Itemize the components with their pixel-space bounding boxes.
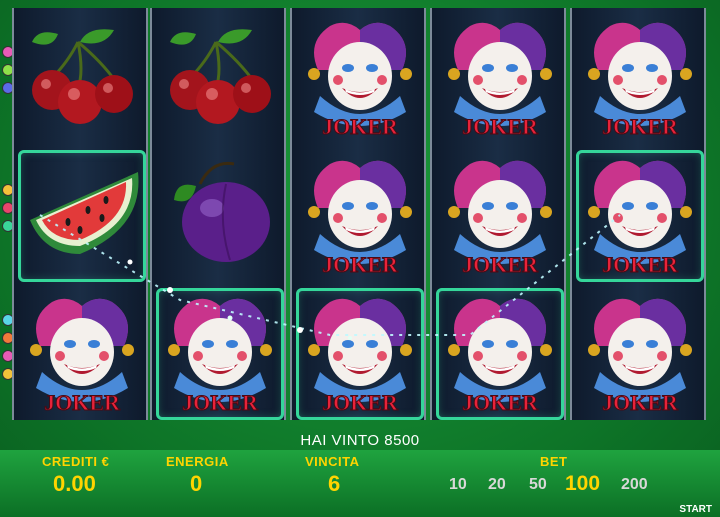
joker-symbol: JOKER (436, 12, 564, 144)
plum-icon (174, 161, 270, 262)
svg-text:JOKER: JOKER (462, 390, 539, 415)
joker-icon: JOKER (588, 160, 692, 278)
bet-option-10[interactable]: 10 (449, 476, 467, 494)
joker-icon: JOKER (30, 298, 134, 416)
joker-symbol: JOKER (436, 150, 564, 282)
joker-icon: JOKER (168, 298, 272, 416)
joker-icon: JOKER (308, 298, 412, 416)
cherry-icon (170, 29, 271, 124)
joker-symbol: JOKER (576, 150, 704, 282)
cherry-icon (32, 29, 133, 124)
svg-text:JOKER: JOKER (462, 114, 539, 139)
watermelon-icon (30, 172, 139, 254)
reel-5: JOKER JOKER JOKER (570, 8, 706, 420)
joker-icon: JOKER (308, 22, 412, 140)
cherry-symbol (18, 12, 146, 144)
svg-text:JOKER: JOKER (182, 390, 259, 415)
bet-option-50[interactable]: 50 (529, 476, 547, 494)
reel-2: JOKER (150, 8, 286, 420)
joker-symbol: JOKER (296, 150, 424, 282)
energy-value: 0 (190, 471, 203, 496)
reel-4: JOKER JOKER JOKER (430, 8, 566, 420)
reel-3: JOKER JOKER JOKER (290, 8, 426, 420)
bet-option-200[interactable]: 200 (621, 476, 648, 494)
credits-value: 0.00 (53, 471, 96, 496)
svg-text:JOKER: JOKER (322, 390, 399, 415)
joker-icon: JOKER (448, 22, 552, 140)
joker-icon: JOKER (308, 160, 412, 278)
joker-symbol: JOKER (436, 288, 564, 420)
svg-text:JOKER: JOKER (602, 390, 679, 415)
svg-text:JOKER: JOKER (462, 252, 539, 277)
svg-text:JOKER: JOKER (602, 252, 679, 277)
energy-label: ENERGIA (166, 454, 229, 469)
svg-text:JOKER: JOKER (602, 114, 679, 139)
joker-symbol: JOKER (156, 288, 284, 420)
bet-label: BET (540, 454, 568, 469)
win-message: HAI VINTO 8500 (300, 432, 420, 449)
joker-icon: JOKER (448, 298, 552, 416)
svg-text:JOKER: JOKER (44, 390, 121, 415)
plum-symbol (156, 150, 284, 282)
bet-option-100-selected[interactable]: 100 (565, 472, 600, 496)
watermelon-symbol (18, 150, 146, 282)
win-value: 6 (328, 471, 341, 496)
joker-symbol: JOKER (296, 288, 424, 420)
start-button[interactable]: START (679, 504, 712, 515)
reels-area: JOKER JOKER JOKER JOKER JOKER JOKER JOKE… (12, 8, 712, 420)
joker-icon: JOKER (588, 298, 692, 416)
svg-text:JOKER: JOKER (322, 114, 399, 139)
joker-symbol: JOKER (576, 288, 704, 420)
joker-icon: JOKER (448, 160, 552, 278)
cherry-symbol (156, 12, 284, 144)
bet-option-20[interactable]: 20 (488, 476, 506, 494)
credits-label: CREDITI € (42, 454, 110, 469)
joker-symbol: JOKER (296, 12, 424, 144)
joker-icon: JOKER (588, 22, 692, 140)
win-label: VINCITA (305, 454, 360, 469)
svg-text:JOKER: JOKER (322, 252, 399, 277)
reel-1: JOKER (12, 8, 148, 420)
joker-symbol: JOKER (18, 288, 146, 420)
joker-symbol: JOKER (576, 12, 704, 144)
